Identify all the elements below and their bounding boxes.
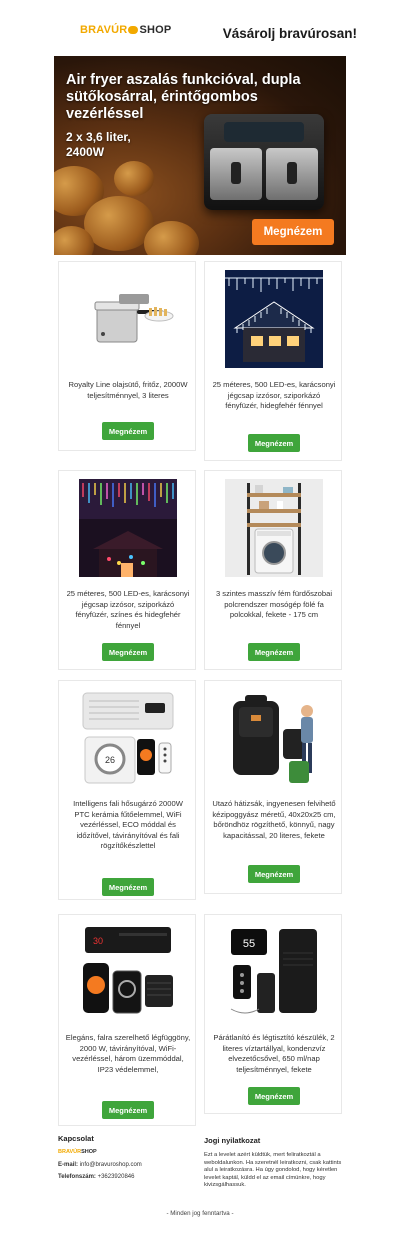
- contact-phone: Telefonszám: +3623920846: [58, 1173, 134, 1181]
- product-view-button[interactable]: Megnézem: [102, 1101, 154, 1119]
- logo-text-part2: SHOP: [139, 24, 172, 36]
- contact-heading: Kapcsolat: [58, 1134, 94, 1143]
- svg-text:26: 26: [105, 755, 115, 765]
- product-view-button[interactable]: Megnézem: [102, 643, 154, 661]
- air-fryer-image: [204, 114, 324, 210]
- product-view-button[interactable]: Megnézem: [102, 878, 154, 896]
- product-image-fryer[interactable]: [79, 270, 177, 368]
- email-label: E-mail:: [58, 1162, 79, 1168]
- product-title: Elegáns, falra szerelhető légfüggöny, 20…: [65, 1033, 191, 1074]
- product-card: 25 méteres, 500 LED-es, karácsonyi jégcs…: [204, 261, 342, 461]
- email-link[interactable]: info@bravuroshop.com: [80, 1162, 142, 1168]
- phone-link[interactable]: +3623920846: [98, 1174, 135, 1180]
- product-view-button[interactable]: Megnézem: [248, 865, 300, 883]
- product-card: Utazó hátizsák, ingyenesen felvihető kéz…: [204, 680, 342, 894]
- product-card: 55 Párátlanító és légtisztító készülék, …: [204, 914, 342, 1114]
- fryer-handle: [287, 162, 297, 184]
- product-view-button[interactable]: Megnézem: [102, 422, 154, 440]
- product-view-button[interactable]: Megnézem: [248, 1087, 300, 1105]
- hero-subtitle-line2: 2400W: [66, 145, 105, 159]
- product-card: 25 méteres, 500 LED-es, karácsonyi jégcs…: [58, 470, 196, 670]
- product-image-travel-backpack[interactable]: [225, 689, 323, 787]
- product-title: Párátlanító és légtisztító készülék, 2 l…: [213, 1033, 335, 1074]
- product-card: 30 Elegáns, falra szerelhető légfüggöny,…: [58, 914, 196, 1126]
- product-card: 26 Intelligens fali hősugárzó 2000W PTC …: [58, 680, 196, 900]
- hero-bg-potato: [144, 221, 199, 255]
- product-view-button[interactable]: Megnézem: [248, 643, 300, 661]
- product-card: Royalty Line olajsütő, fritőz, 2000W tel…: [58, 261, 196, 451]
- product-image-icicle-lights-color[interactable]: [79, 479, 177, 577]
- product-image-air-curtain[interactable]: 30: [79, 923, 177, 1021]
- product-image-dehumidifier[interactable]: 55: [225, 923, 323, 1021]
- header: BRAVÚR SHOP Vásárolj bravúrosan!: [0, 0, 400, 56]
- product-title: Intelligens fali hősugárzó 2000W PTC ker…: [73, 799, 183, 850]
- email-page: BRAVÚR SHOP Vásárolj bravúrosan! Air frye…: [0, 0, 400, 1217]
- footer-brand-logo[interactable]: BRAVÚRSHOP: [58, 1149, 97, 1155]
- product-title: Royalty Line olajsütő, fritőz, 2000W tel…: [68, 380, 188, 400]
- product-view-button[interactable]: Megnézem: [248, 434, 300, 452]
- hero-subtitle-line1: 2 x 3,6 liter,: [66, 130, 131, 144]
- product-image-wall-heater[interactable]: 26: [79, 689, 177, 787]
- footer-logo-part1: BRAVÚR: [58, 1149, 82, 1155]
- product-card: 3 szintes masszív fém fürdőszobai polcre…: [204, 470, 342, 670]
- hero-view-button[interactable]: Megnézem: [252, 219, 334, 245]
- hero-subtitle: 2 x 3,6 liter, 2400W: [66, 130, 131, 160]
- logo-text-part1: BRAVÚR: [80, 24, 128, 36]
- product-title: 3 szintes masszív fém fürdőszobai polcre…: [215, 589, 333, 619]
- product-image-icicle-lights-white[interactable]: [225, 270, 323, 368]
- svg-text:55: 55: [243, 938, 255, 950]
- hero-bg-potato: [114, 161, 154, 196]
- copyright-notice: - Minden jog fenntartva -: [166, 1210, 234, 1217]
- brand-logo[interactable]: BRAVÚR SHOP: [80, 24, 171, 36]
- product-title: 25 méteres, 500 LED-es, karácsonyi jégcs…: [66, 589, 190, 630]
- fryer-control-panel: [224, 122, 304, 142]
- phone-label: Telefonszám:: [58, 1174, 96, 1180]
- logo-dot-icon: [128, 26, 139, 35]
- contact-email: E-mail: info@bravuroshop.com: [58, 1161, 142, 1169]
- hero-banner[interactable]: Air fryer aszalás funkcióval, dupla sütő…: [54, 56, 346, 255]
- svg-text:30: 30: [93, 936, 103, 946]
- legal-heading: Jogi nyilatkozat: [204, 1136, 261, 1145]
- product-image-bathroom-shelf[interactable]: [225, 479, 323, 577]
- hero-title: Air fryer aszalás funkcióval, dupla sütő…: [66, 72, 301, 122]
- fryer-handle: [231, 162, 241, 184]
- product-title: Utazó hátizsák, ingyenesen felvihető kéz…: [212, 799, 336, 840]
- legal-text: Ezt a levelet azért küldtük, mert felira…: [204, 1152, 342, 1189]
- header-slogan: Vásárolj bravúrosan!: [222, 26, 357, 41]
- footer-logo-part2: SHOP: [81, 1149, 97, 1155]
- product-title: 25 méteres, 500 LED-es, karácsonyi jégcs…: [212, 380, 336, 410]
